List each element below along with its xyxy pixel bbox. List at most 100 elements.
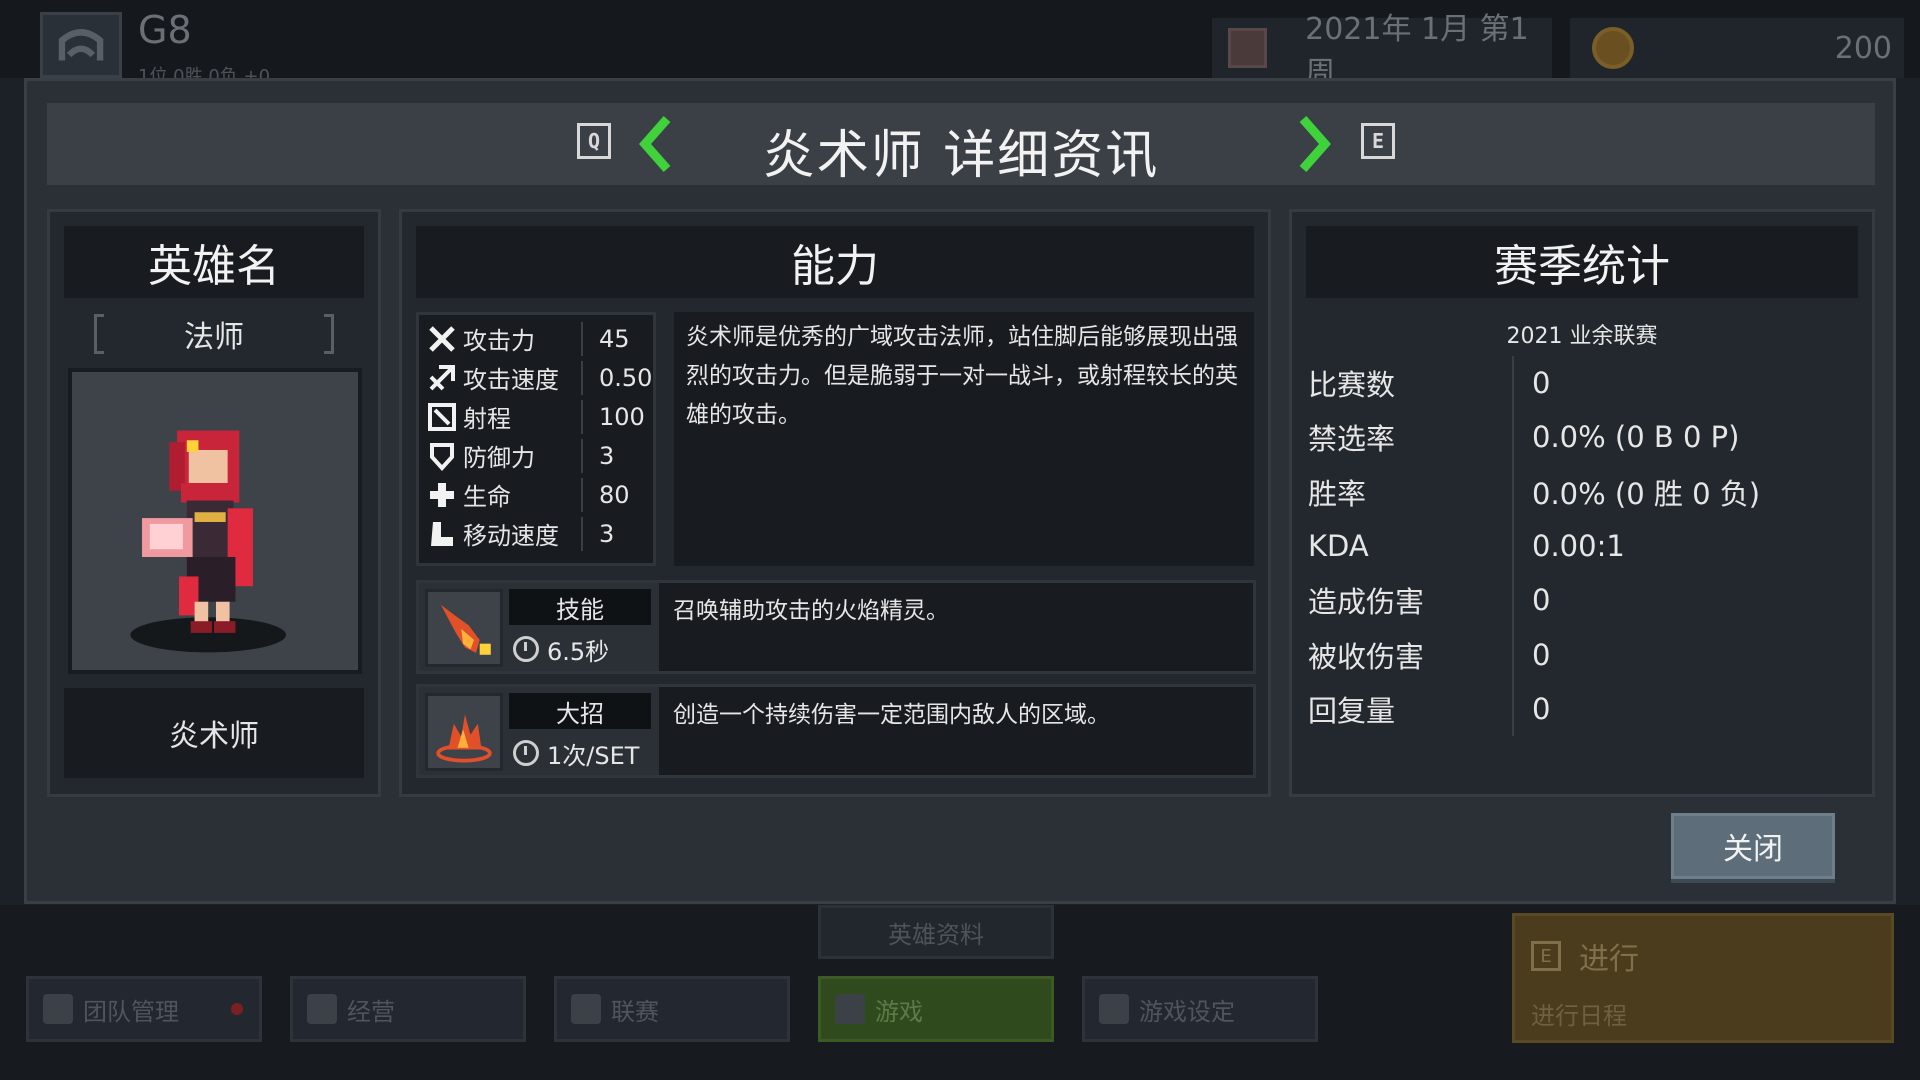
ultimate-cooldown-value: 1次/SET <box>547 741 640 770</box>
hero-role-label: 法师 <box>184 320 244 355</box>
clock-icon <box>513 636 539 662</box>
shield-icon <box>430 442 454 471</box>
sword-icon <box>429 325 455 352</box>
notification-dot <box>231 1003 243 1015</box>
nav-label: 联赛 <box>611 997 659 1026</box>
season-stat-value: 0 <box>1512 573 1550 628</box>
e-key-icon: E <box>1361 123 1395 159</box>
season-stat-label: 禁选率 <box>1308 422 1396 457</box>
ability-panel: 能力 攻击力 45 攻击速度 0.50 射程 100 防御力 3 生命 80 移… <box>399 209 1271 797</box>
season-stats: 比赛数 0 禁选率 0.0% (0 B 0 P) 胜率 0.0% (0 胜 0 … <box>1308 356 1868 737</box>
stat-value: 3 <box>599 441 615 470</box>
next-hero-arrow-icon[interactable] <box>1297 115 1333 173</box>
hero-role: 法师 <box>94 314 334 355</box>
hero-panel-title: 英雄名 <box>64 226 364 298</box>
document-icon <box>307 994 337 1024</box>
stat-value: 3 <box>599 519 615 548</box>
season-stat-label: 胜率 <box>1308 476 1367 511</box>
gold-display: 200 <box>1570 18 1904 78</box>
divider <box>581 360 583 395</box>
stat-label: 生命 <box>463 483 511 511</box>
stat-row-attack: 攻击力 45 <box>419 319 653 358</box>
gold-amount: 200 <box>1834 30 1892 66</box>
gear-icon <box>1099 994 1129 1024</box>
divider <box>581 516 583 551</box>
team-name: G8 <box>138 8 192 52</box>
stat-row-move-speed: 移动速度 3 <box>419 514 653 553</box>
boot-icon <box>431 521 453 546</box>
range-icon <box>428 402 456 431</box>
divider <box>581 477 583 512</box>
stat-row-defense: 防御力 3 <box>419 436 653 475</box>
season-stat-label: 比赛数 <box>1308 368 1396 403</box>
hero-description: 炎术师是优秀的广域攻击法师，站住脚后能够展现出强烈的攻击力。但是脆弱于一对一战斗… <box>674 312 1254 566</box>
fire-spirit-icon <box>440 604 491 655</box>
stat-label: 攻击速度 <box>463 366 559 394</box>
season-stat-value: 0.0% (0 B 0 P) <box>1512 410 1739 465</box>
season-stat-label: 造成伤害 <box>1308 585 1425 620</box>
bracket-right <box>324 314 334 354</box>
skill-row: 技能 6.5秒 召唤辅助攻击的火焰精灵。 <box>416 580 1256 674</box>
season-stat-value: 0.00:1 <box>1512 518 1625 574</box>
season-stat-row: 造成伤害 0 <box>1308 573 1868 628</box>
close-button[interactable]: 关闭 <box>1671 813 1835 879</box>
shield-icon <box>43 994 73 1024</box>
stat-label: 射程 <box>463 405 511 433</box>
modal-header: Q 炎术师 详细资讯 E <box>47 103 1875 186</box>
stat-label: 防御力 <box>463 444 535 472</box>
nav-operations[interactable]: 经营 <box>290 976 526 1042</box>
season-stat-row: 回复量 0 <box>1308 681 1868 737</box>
season-stat-row: 禁选率 0.0% (0 B 0 P) <box>1308 410 1868 465</box>
ultimate-cooldown: 1次/SET <box>509 735 639 771</box>
nav-team-management[interactable]: 团队管理 <box>26 976 262 1042</box>
clock-icon <box>513 740 539 766</box>
divider <box>581 399 583 434</box>
pyromancer-sprite-icon <box>130 430 287 653</box>
season-stat-row: 胜率 0.0% (0 胜 0 负) <box>1308 464 1868 519</box>
stat-row-health: 生命 80 <box>419 475 653 514</box>
divider <box>581 438 583 473</box>
ability-panel-title: 能力 <box>416 226 1254 298</box>
nav-game-settings[interactable]: 游戏设定 <box>1082 976 1318 1042</box>
skill-cooldown-value: 6.5秒 <box>547 637 610 666</box>
hero-detail-modal: Q 炎术师 详细资讯 E 英雄名 法师 炎术师 能力 攻击力 45 攻击速度 0… <box>24 78 1896 904</box>
season-stat-row: 比赛数 0 <box>1308 356 1868 411</box>
gamepad-icon <box>835 994 865 1024</box>
divider <box>581 321 583 356</box>
proceed-title: 进行 <box>1579 942 1639 977</box>
date-display: 2021年 1月 第1周 <box>1212 12 1552 91</box>
flame-zone-icon <box>436 714 492 763</box>
nav-game[interactable]: 游戏 <box>818 976 1054 1042</box>
stat-label: 攻击力 <box>463 327 535 355</box>
proceed-button[interactable]: E 进行 进行日程 <box>1512 913 1894 1043</box>
season-stat-value: 0 <box>1512 627 1550 682</box>
season-stat-row: 被收伤害 0 <box>1308 627 1868 682</box>
nav-league[interactable]: 联赛 <box>554 976 790 1042</box>
stats-table: 攻击力 45 攻击速度 0.50 射程 100 防御力 3 生命 80 移动速度… <box>416 312 656 566</box>
ultimate-tag: 大招 <box>509 693 651 729</box>
ultimate-text: 创造一个持续伤害一定范围内敌人的区域。 <box>673 702 1110 728</box>
skill-icon <box>425 589 503 667</box>
nav-label: 经营 <box>347 997 395 1026</box>
season-stat-row: KDA 0.00:1 <box>1308 518 1868 574</box>
stat-row-range: 射程 100 <box>419 397 653 436</box>
ultimate-icon <box>425 693 503 771</box>
nav-label: 游戏 <box>875 997 923 1026</box>
skill-text: 召唤辅助攻击的火焰精灵。 <box>673 598 949 624</box>
proceed-subtitle: 进行日程 <box>1531 1002 1627 1030</box>
stat-row-attack-speed: 攻击速度 0.50 <box>419 358 653 397</box>
skill-cooldown: 6.5秒 <box>509 631 609 667</box>
season-stat-value: 0 <box>1512 356 1550 411</box>
stat-value: 45 <box>599 324 630 353</box>
modal-title: 炎术师 详细资讯 <box>762 126 1160 186</box>
hero-panel: 英雄名 法师 炎术师 <box>47 209 381 797</box>
hero-info-button[interactable]: 英雄资料 <box>818 905 1054 959</box>
stat-value: 0.50 <box>599 363 653 392</box>
season-panel: 赛季统计 2021 业余联赛 比赛数 0 禁选率 0.0% (0 B 0 P) … <box>1289 209 1875 797</box>
league-name: 2021 业余联赛 <box>1506 324 1658 349</box>
coin-icon <box>1592 27 1634 69</box>
season-stat-label: KDA <box>1308 529 1369 564</box>
hero-name: 炎术师 <box>64 688 364 778</box>
ultimate-row: 大招 1次/SET 创造一个持续伤害一定范围内敌人的区域。 <box>416 684 1256 778</box>
stat-label: 移动速度 <box>463 522 559 550</box>
